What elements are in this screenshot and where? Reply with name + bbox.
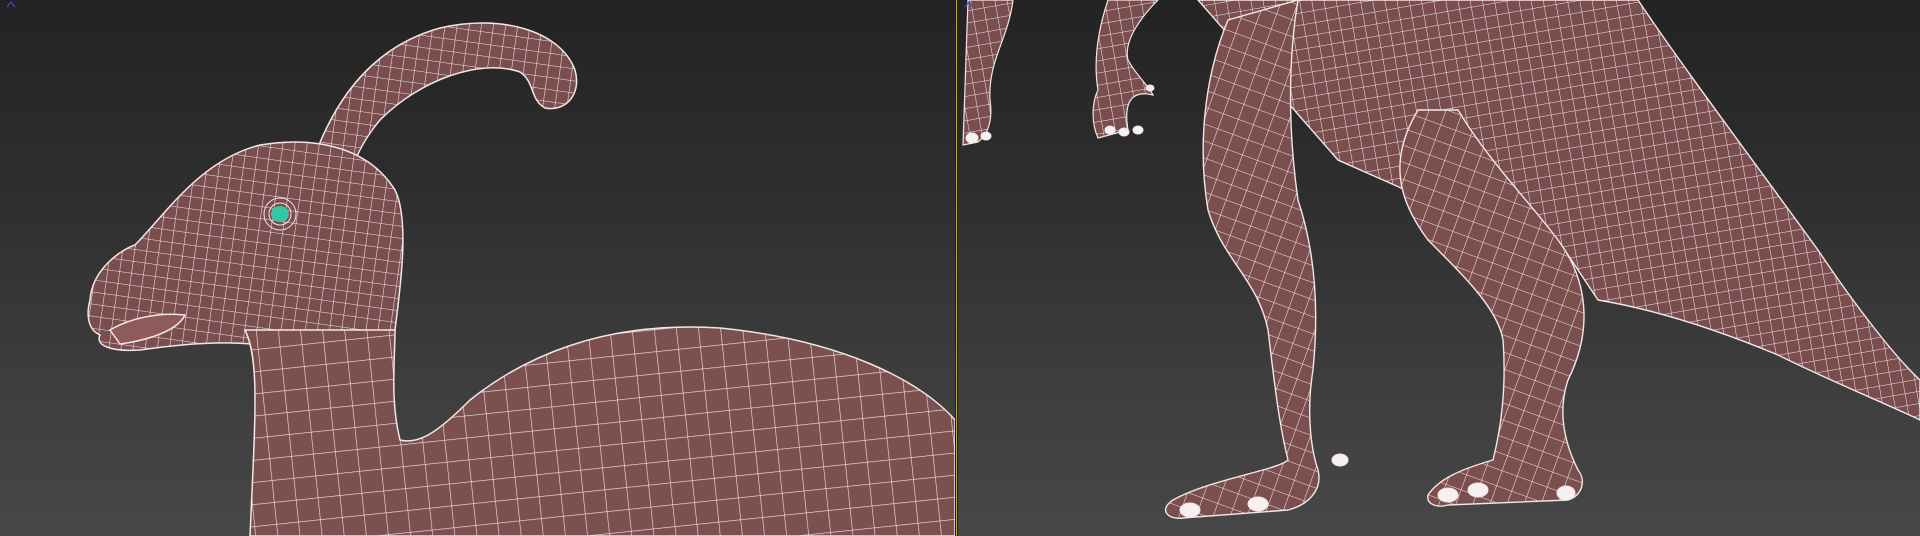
arm-left-mesh [962,0,1014,146]
active-viewport-border [956,0,957,536]
axis-gizmo-icon [964,1,974,8]
eye-icon [263,197,297,231]
body-mesh-render [962,0,1920,519]
axis-gizmo-icon [6,1,16,8]
app-window [0,0,1920,536]
arm-right-mesh [1092,0,1159,139]
head-mesh-render [87,22,955,536]
viewport-right[interactable] [958,0,1920,536]
viewport-left[interactable] [0,0,955,536]
